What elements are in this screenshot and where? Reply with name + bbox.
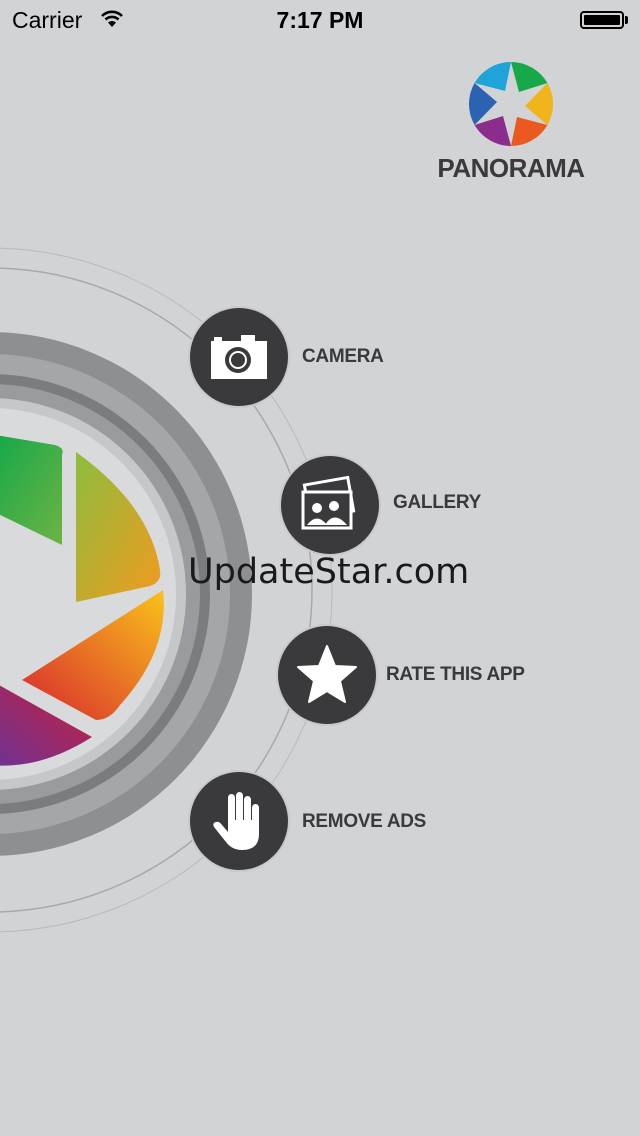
gallery-button[interactable] [281, 456, 379, 554]
star-icon [297, 645, 357, 703]
gallery-icon [301, 475, 356, 530]
rate-app-label[interactable]: RATE THIS APP [386, 664, 525, 686]
camera-button[interactable] [190, 308, 288, 406]
rate-app-button[interactable] [278, 626, 376, 724]
camera-label[interactable]: CAMERA [302, 346, 384, 368]
remove-ads-button[interactable] [190, 772, 288, 870]
remove-ads-label[interactable]: REMOVE ADS [302, 811, 426, 833]
hand-icon [213, 792, 259, 850]
watermark-text: UpdateStar.com [188, 552, 470, 592]
gallery-label[interactable]: GALLERY [393, 492, 481, 514]
camera-icon [211, 335, 267, 379]
